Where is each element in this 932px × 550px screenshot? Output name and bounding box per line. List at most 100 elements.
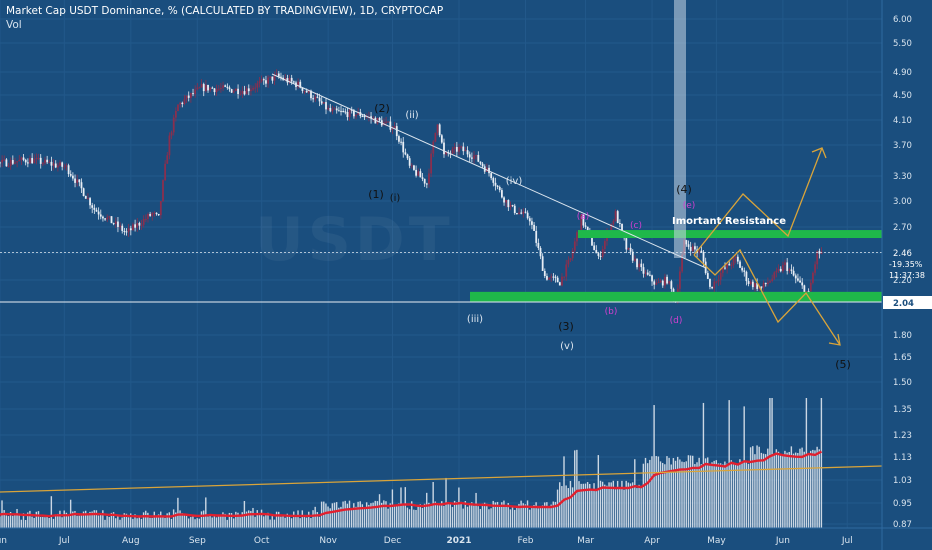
volume-bar — [779, 454, 782, 528]
volume-bar — [297, 510, 299, 528]
x-tick-label: Oct — [254, 536, 270, 546]
candle-body — [20, 157, 23, 160]
volume-bar — [18, 514, 20, 528]
candle-body — [11, 160, 14, 164]
candle-body — [535, 230, 538, 243]
volume-bar — [767, 448, 769, 528]
candle-body — [344, 111, 347, 113]
candle-body — [601, 249, 604, 257]
volume-bar — [48, 518, 50, 528]
candle-body — [649, 274, 651, 276]
wave-label-iv: (iv) — [506, 176, 523, 187]
candle-body — [127, 228, 130, 232]
candle-body — [625, 238, 628, 250]
candle-body — [192, 93, 194, 95]
candle-body — [751, 281, 754, 288]
volume-bar — [726, 463, 728, 528]
volume-bar — [172, 509, 175, 528]
volume-bar — [816, 446, 818, 528]
volume-bar — [39, 516, 42, 528]
candle-body — [513, 205, 516, 214]
x-tick-label: Jul — [841, 536, 853, 546]
candle-body — [801, 282, 804, 286]
candle-body — [526, 212, 529, 219]
candle-body — [121, 225, 124, 231]
price-chart[interactable]: (1) (2) (3) (4) (5) (i) (ii) (iii) (iv) (v) (a) (b)… — [0, 0, 932, 550]
candle-body — [569, 258, 572, 261]
y-tick-label: 3.00 — [893, 197, 912, 207]
candle-body — [228, 87, 231, 90]
candle-body — [413, 165, 415, 170]
candle-body — [340, 110, 342, 112]
wave-label-b: (b) — [605, 307, 618, 317]
volume-bar — [636, 488, 638, 528]
x-axis[interactable]: Jun Jul Aug Sep Oct Nov Dec 2021 Feb Mar Apr May Jun… — [0, 527, 932, 546]
candle-body — [616, 211, 619, 223]
volume-bar — [749, 447, 752, 528]
candle-body — [400, 141, 402, 143]
candle-body — [80, 182, 83, 189]
candle-body — [183, 99, 186, 105]
candle-body — [432, 141, 435, 154]
volume-bar — [16, 508, 18, 528]
volume-bar — [516, 507, 518, 528]
volume-bar — [447, 501, 449, 528]
volume-bar — [747, 463, 750, 528]
candle-body — [700, 250, 703, 253]
current-price-label: 2.46 — [893, 249, 912, 259]
volume-bar — [269, 519, 271, 528]
volume-bar — [168, 512, 171, 528]
volume-bar — [456, 502, 458, 528]
candle-body — [290, 77, 293, 82]
candle-body — [552, 276, 555, 278]
candle-body — [230, 89, 233, 93]
candle-body — [636, 258, 638, 268]
volume-bar — [247, 510, 250, 528]
volume-bar — [37, 511, 40, 528]
candle-body — [39, 157, 42, 164]
candle-body — [159, 201, 162, 216]
candle-body — [593, 245, 596, 251]
candle-body — [106, 217, 109, 220]
candle-body — [498, 186, 501, 191]
candle-body — [333, 108, 336, 110]
candle-body — [711, 286, 714, 289]
candle-body — [760, 286, 763, 288]
candle-body — [318, 97, 321, 102]
candle-body — [561, 276, 563, 286]
wave-label-iii: (iii) — [467, 314, 483, 325]
volume-bar — [563, 456, 565, 528]
volume-bar — [299, 518, 301, 528]
candle-body — [571, 250, 574, 259]
volume-bar — [402, 504, 404, 528]
candle-body — [627, 247, 630, 250]
volume-bar — [649, 459, 651, 528]
volume-bar — [704, 458, 707, 528]
x-tick-label: Jul — [58, 536, 70, 546]
volume-bar — [76, 515, 78, 528]
candle-body — [74, 178, 76, 183]
volume-bar — [670, 464, 672, 528]
candle-body — [1, 159, 4, 163]
volume-bar — [5, 515, 8, 528]
candle-body — [50, 161, 53, 166]
candle-body — [423, 178, 426, 184]
volume-bar — [608, 482, 610, 528]
volume-bar — [374, 500, 376, 528]
candle-body — [29, 157, 31, 164]
x-tick-label: Jun — [0, 536, 7, 546]
volume-bar — [758, 446, 760, 528]
volume-indicator-label[interactable]: Vol — [6, 19, 22, 31]
candle-body — [329, 107, 332, 112]
volume-bar — [528, 509, 531, 528]
volume-bar — [254, 516, 256, 528]
volume-bar — [61, 517, 63, 528]
volume-bar — [153, 511, 156, 528]
candle-body — [655, 282, 658, 285]
candle-body — [5, 159, 8, 167]
candle-body — [277, 73, 280, 77]
y-tick-label: 5.50 — [893, 39, 912, 49]
candle-body — [179, 102, 182, 105]
y-axis[interactable]: 6.005.504.904.504.103.703.303.002.702.20… — [881, 0, 932, 550]
volume-bar — [177, 497, 179, 528]
